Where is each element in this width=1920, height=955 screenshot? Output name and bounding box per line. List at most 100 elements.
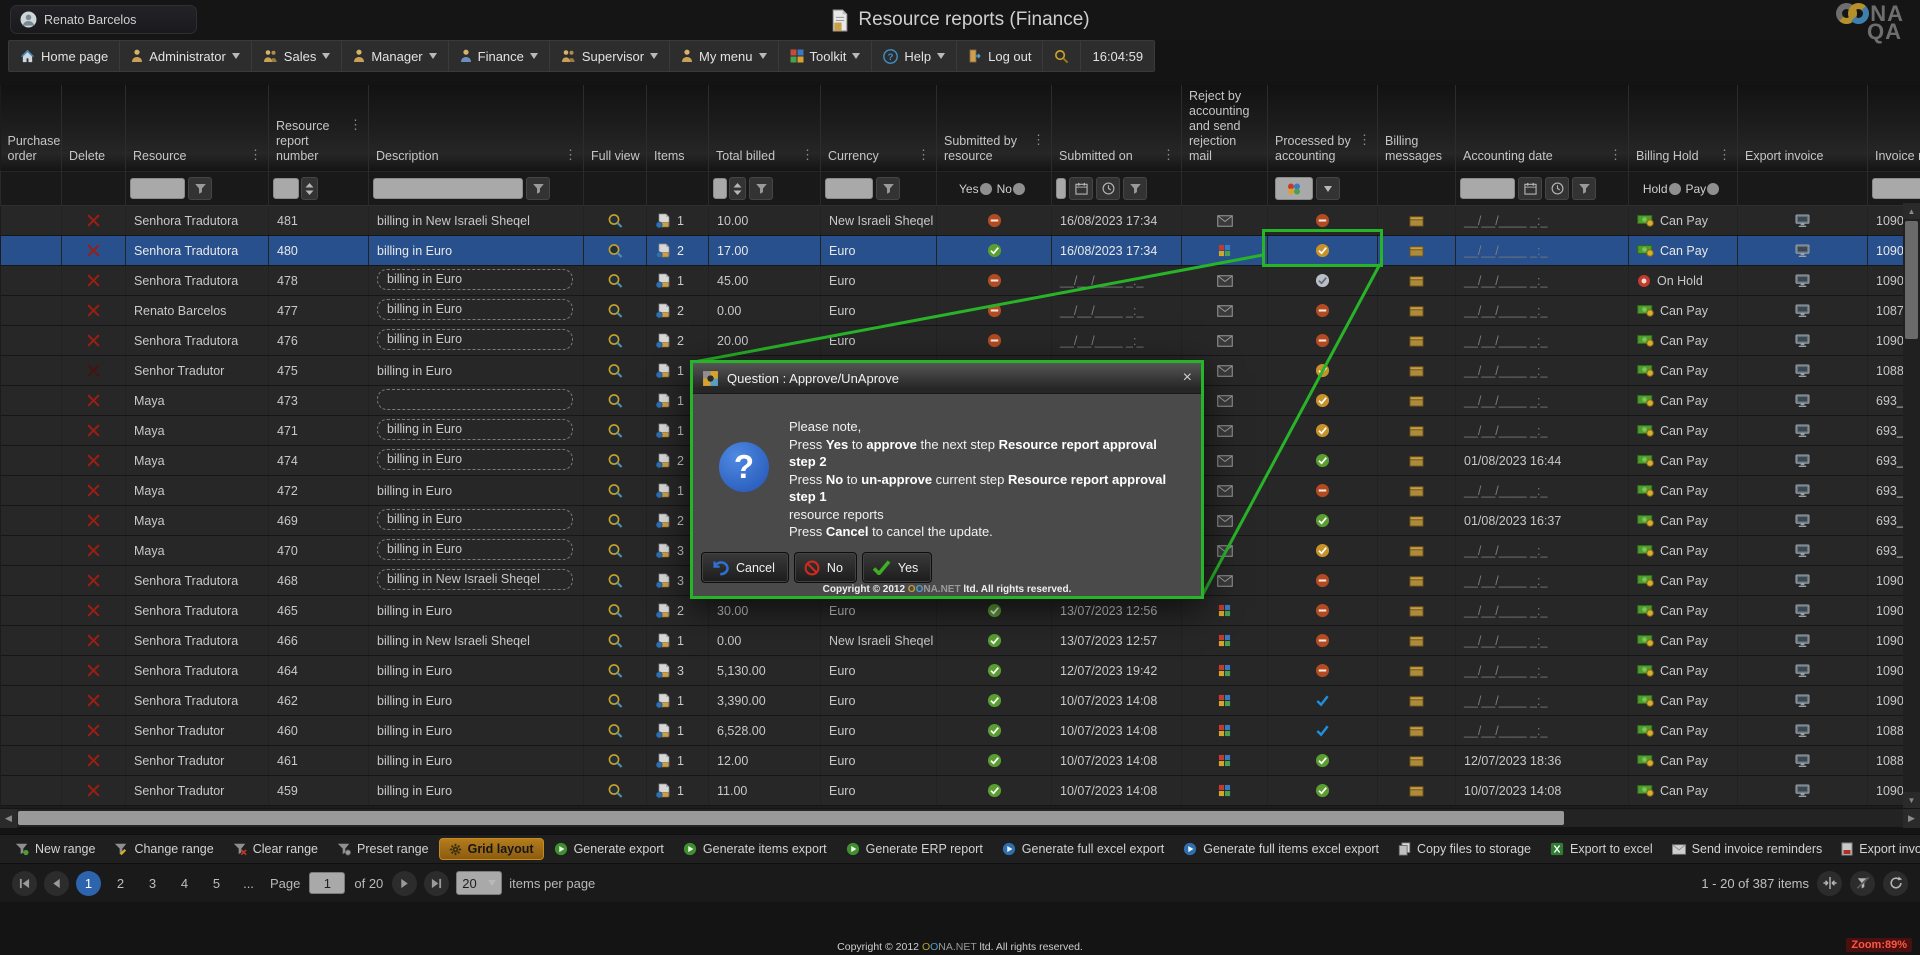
billing-messages-cell[interactable] <box>1378 536 1456 566</box>
submitted-by-resource-cell[interactable] <box>937 656 1052 686</box>
column-header-purchase-order[interactable]: Purchase order <box>1 85 62 172</box>
delete-cell[interactable] <box>62 236 126 266</box>
toolbar-send-invoice-reminders[interactable]: Send invoice reminders <box>1663 839 1832 859</box>
export-invoice-cell[interactable] <box>1738 626 1868 656</box>
export-invoice-cell[interactable] <box>1738 566 1868 596</box>
dialog-title-bar[interactable]: Question : Approve/UnAprove × <box>693 363 1201 394</box>
processed-by-accounting-cell[interactable] <box>1268 506 1378 536</box>
full-view-cell[interactable] <box>584 566 647 596</box>
billing-hold-cell[interactable]: Can Pay <box>1629 386 1738 416</box>
delete-cell[interactable] <box>62 266 126 296</box>
full-view-cell[interactable] <box>584 236 647 266</box>
table-row-465[interactable]: Senhora Tradutora465billing in Euro230.0… <box>1 596 1920 626</box>
filter-input[interactable] <box>130 178 185 199</box>
submitted-by-resource-cell[interactable] <box>937 746 1052 776</box>
billing-messages-cell[interactable] <box>1378 296 1456 326</box>
page-number-2[interactable]: 2 <box>108 871 133 896</box>
processed-by-accounting-cell[interactable] <box>1268 566 1378 596</box>
radio-icon[interactable] <box>1707 183 1719 195</box>
table-row-480[interactable]: Senhora Tradutora480billing in Euro217.0… <box>1 236 1920 266</box>
table-row-461[interactable]: Senhor Tradutor461billing in Euro112.00E… <box>1 746 1920 776</box>
scroll-down-icon[interactable]: ▼ <box>1903 792 1920 808</box>
column-header-resource-report-number[interactable]: Resource report number⋮ <box>269 85 369 172</box>
radio-icon[interactable] <box>980 183 992 195</box>
export-invoice-cell[interactable] <box>1738 716 1868 746</box>
page-number-5[interactable]: 5 <box>204 871 229 896</box>
scroll-up-icon[interactable]: ▲ <box>1903 203 1920 219</box>
column-header-billing-messages[interactable]: Billing messages <box>1378 85 1456 172</box>
processed-by-accounting-cell[interactable] <box>1268 596 1378 626</box>
delete-cell[interactable] <box>62 596 126 626</box>
page-number-4[interactable]: 4 <box>172 871 197 896</box>
reject-by-accounting-cell[interactable] <box>1182 656 1268 686</box>
export-invoice-cell[interactable] <box>1738 356 1868 386</box>
clock-icon[interactable] <box>1096 177 1120 200</box>
items-cell[interactable]: 2 <box>647 326 709 356</box>
billing-hold-cell[interactable]: Can Pay <box>1629 356 1738 386</box>
column-header-total-billed[interactable]: Total billed⋮ <box>709 85 821 172</box>
filter-radio[interactable]: YesNo <box>941 172 1047 205</box>
reject-by-accounting-cell[interactable] <box>1182 776 1268 806</box>
processed-by-accounting-cell[interactable] <box>1268 746 1378 776</box>
billing-hold-cell[interactable]: Can Pay <box>1629 206 1738 236</box>
processed-by-accounting-cell[interactable] <box>1268 716 1378 746</box>
export-invoice-cell[interactable] <box>1738 296 1868 326</box>
reject-by-accounting-cell[interactable] <box>1182 236 1268 266</box>
delete-cell[interactable] <box>62 746 126 776</box>
column-header-reject-by-accounting-and-send-rejection-mail[interactable]: Reject by accounting and send rejection … <box>1182 85 1268 172</box>
toolbar-preset-range[interactable]: Preset range <box>328 839 438 859</box>
description-input[interactable]: billing in Euro <box>377 539 573 560</box>
delete-cell[interactable] <box>62 476 126 506</box>
toolbar-export-invoices[interactable]: Export invoices <box>1832 839 1920 859</box>
calendar-icon[interactable] <box>1518 177 1542 200</box>
description-input[interactable]: billing in Euro <box>377 269 573 290</box>
submitted-by-resource-cell[interactable] <box>937 686 1052 716</box>
export-invoice-cell[interactable] <box>1738 476 1868 506</box>
menu-search[interactable] <box>1043 41 1081 71</box>
items-cell[interactable]: 3 <box>647 656 709 686</box>
filter-input[interactable] <box>713 178 727 199</box>
column-menu-icon[interactable]: ⋮ <box>564 149 577 161</box>
full-view-cell[interactable] <box>584 686 647 716</box>
full-view-cell[interactable] <box>584 626 647 656</box>
full-view-cell[interactable] <box>584 656 647 686</box>
column-header-resource[interactable]: Resource⋮ <box>126 85 269 172</box>
toolbar-grid-layout[interactable]: Grid layout <box>439 838 544 860</box>
column-header-delete[interactable]: Delete <box>62 85 126 172</box>
description-input[interactable]: billing in Euro <box>377 299 573 320</box>
description-cell[interactable]: billing in Euro <box>369 446 584 476</box>
full-view-cell[interactable] <box>584 716 647 746</box>
billing-messages-cell[interactable] <box>1378 446 1456 476</box>
items-cell[interactable]: 2 <box>647 596 709 626</box>
items-cell[interactable]: 1 <box>647 686 709 716</box>
delete-cell[interactable] <box>62 356 126 386</box>
billing-messages-cell[interactable] <box>1378 746 1456 776</box>
export-invoice-cell[interactable] <box>1738 386 1868 416</box>
page-number-...[interactable]: ... <box>236 871 261 896</box>
full-view-cell[interactable] <box>584 266 647 296</box>
close-icon[interactable]: × <box>1183 370 1192 386</box>
filter-funnel-icon[interactable] <box>1123 177 1147 200</box>
description-input[interactable] <box>377 389 573 410</box>
menu-item-my-menu[interactable]: My menu <box>670 41 778 71</box>
filter-input[interactable] <box>1872 178 1920 199</box>
billing-messages-cell[interactable] <box>1378 476 1456 506</box>
table-row-477[interactable]: Renato Barcelos477billing in Euro20.00Eu… <box>1 296 1920 326</box>
page-input[interactable] <box>309 872 345 894</box>
billing-hold-cell[interactable]: Can Pay <box>1629 746 1738 776</box>
column-header-submitted-by-resource[interactable]: Submitted by resource⋮ <box>937 85 1052 172</box>
submitted-by-resource-cell[interactable] <box>937 776 1052 806</box>
filter-radio[interactable]: HoldPay <box>1633 172 1733 205</box>
vertical-scrollbar[interactable]: ▲ ▼ <box>1903 203 1920 808</box>
billing-hold-cell[interactable]: Can Pay <box>1629 296 1738 326</box>
filter-input[interactable] <box>273 178 299 199</box>
number-spinner[interactable] <box>729 177 746 200</box>
toolbar-generate-full-excel-export[interactable]: Generate full excel export <box>993 839 1173 859</box>
billing-messages-cell[interactable] <box>1378 386 1456 416</box>
export-invoice-cell[interactable] <box>1738 686 1868 716</box>
delete-cell[interactable] <box>62 206 126 236</box>
billing-hold-cell[interactable]: Can Pay <box>1629 536 1738 566</box>
billing-messages-cell[interactable] <box>1378 566 1456 596</box>
items-cell[interactable]: 1 <box>647 626 709 656</box>
billing-messages-cell[interactable] <box>1378 206 1456 236</box>
